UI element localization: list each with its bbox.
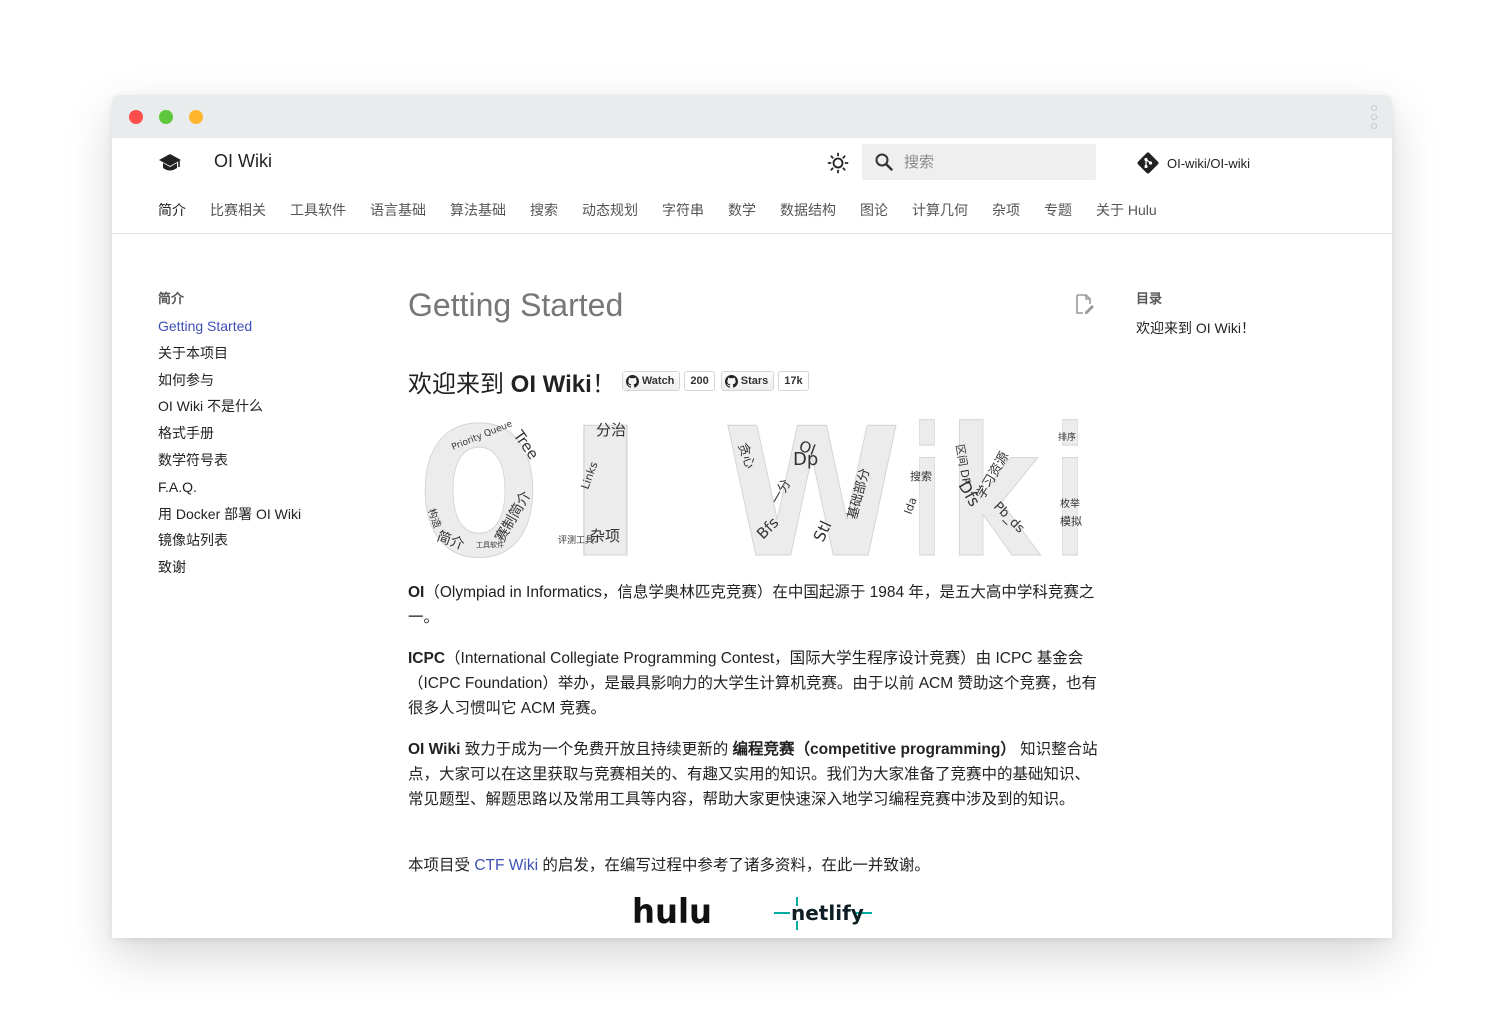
top-tabs: 简介 比赛相关 工具软件 语言基础 算法基础 搜索 动态规划 字符串 数学 数据… [112,186,1392,234]
search-input[interactable] [904,144,1084,180]
sidebar-item-contribute[interactable]: 如何参与 [158,372,368,399]
sidebar-item-about[interactable]: 关于本项目 [158,345,368,372]
github-icon [625,374,639,388]
wordcloud-word: 工具软件 [476,540,504,549]
tab-topic[interactable]: 专题 [1044,200,1072,220]
tab-misc[interactable]: 杂项 [992,200,1020,220]
welcome-text: 欢迎来到 OI Wiki！ [408,370,616,398]
browser-window: OI Wiki OI- [112,95,1392,938]
stars-badge[interactable]: Stars [720,371,775,391]
tab-math[interactable]: 数学 [728,200,756,220]
tab-search[interactable]: 搜索 [530,200,558,220]
welcome-heading: 欢迎来到 OI Wiki！ Watch 200 Stars 17k [408,365,809,398]
wordcloud-word: 评测工具 [558,535,594,546]
sidebar-item-format[interactable]: 格式手册 [158,425,368,452]
site-header: OI Wiki OI- [112,138,1392,186]
paragraph-credits: 本项目受 CTF Wiki 的启发，在编写过程中参考了诸多资料，在此一并致谢。 [408,857,930,874]
repo-name: OI-wiki/OI-wiki [1167,155,1251,171]
tab-intro[interactable]: 简介 [158,200,186,220]
oi-wiki-wordcloud-image: O I W i k i Priority Queue Tree 简介 赛制简介 … [418,415,1086,560]
stars-count[interactable]: 17k [778,371,809,391]
github-icon [724,374,738,388]
wordcloud-word: 分治 [596,421,626,439]
search-icon [875,153,893,171]
watch-badge[interactable]: Watch [621,371,681,391]
graduation-cap-icon[interactable] [158,152,182,174]
close-window-button[interactable] [129,110,143,124]
window-titlebar [112,95,1392,138]
edit-page-icon[interactable] [1073,293,1095,315]
sponsor-logos: hulu netlify [632,892,872,932]
paragraph-icpc: ICPC（International Collegiate Programmin… [408,650,1097,717]
window-menu-icon[interactable] [1370,105,1378,129]
page-title: Getting Started [408,287,624,323]
sidebar-item-mirrors[interactable]: 镜像站列表 [158,532,368,559]
sidebar-item-getting-started[interactable]: Getting Started [158,318,368,345]
ctf-wiki-link[interactable]: CTF Wiki [474,857,538,874]
wordcloud-word: 模拟 [1060,514,1082,528]
search-box[interactable] [862,144,1096,180]
toc-title: 目录 [1136,291,1163,306]
tab-string[interactable]: 字符串 [662,200,704,220]
wordcloud-word: 排序 [1058,431,1076,443]
paragraph-oi: OI（Olympiad in Informatics，信息学奥林匹克竞赛）在中国… [408,584,1095,626]
tab-tools[interactable]: 工具软件 [290,200,346,220]
brightness-icon[interactable] [827,152,849,174]
sidebar-item-docker[interactable]: 用 Docker 部署 OI Wiki [158,506,368,533]
tab-geometry[interactable]: 计算几何 [912,200,968,220]
main-content: Getting Started 欢迎来到 OI Wiki！ Watch 200 … [408,285,1098,932]
tab-dp[interactable]: 动态规划 [582,200,638,220]
tab-graph[interactable]: 图论 [860,200,888,220]
sidebar-item-what-not[interactable]: OI Wiki 不是什么 [158,398,368,425]
wordcloud-letter-i2: i [912,415,942,560]
sidebar-nav: 简介 Getting Started 关于本项目 如何参与 OI Wiki 不是… [158,288,368,586]
toc-item-welcome[interactable]: 欢迎来到 OI Wiki！ [1136,318,1336,338]
wordcloud-word: 搜索 [910,469,932,483]
tab-language[interactable]: 语言基础 [370,200,426,220]
sidebar-item-symbols[interactable]: 数学符号表 [158,452,368,479]
tab-basic[interactable]: 算法基础 [450,200,506,220]
wordcloud-word: 枚举 [1060,497,1080,510]
tab-hulu[interactable]: 关于 Hulu [1096,200,1157,220]
netlify-logo[interactable]: netlify [774,897,872,930]
watch-count[interactable]: 200 [684,371,715,391]
tab-ds[interactable]: 数据结构 [780,200,836,220]
minimize-window-button[interactable] [189,110,203,124]
sidebar-item-thanks[interactable]: 致谢 [158,559,368,586]
svg-text:netlify: netlify [791,901,864,925]
tab-contest[interactable]: 比赛相关 [210,200,266,220]
hulu-logo[interactable]: hulu [632,892,712,932]
git-icon [1137,152,1159,174]
paragraph-oi-wiki: OI Wiki 致力于成为一个免费开放且持续更新的 编程竞赛（competiti… [408,741,1098,808]
sidebar-item-faq[interactable]: F.A.Q. [158,479,368,506]
maximize-window-button[interactable] [159,110,173,124]
sidebar-title: 简介 [158,291,185,306]
repo-link[interactable]: OI-wiki/OI-wiki [1136,151,1250,175]
wordcloud-word: 杂项 [590,527,620,545]
site-title[interactable]: OI Wiki [214,151,272,172]
table-of-contents: 目录 欢迎来到 OI Wiki！ [1136,288,1336,338]
